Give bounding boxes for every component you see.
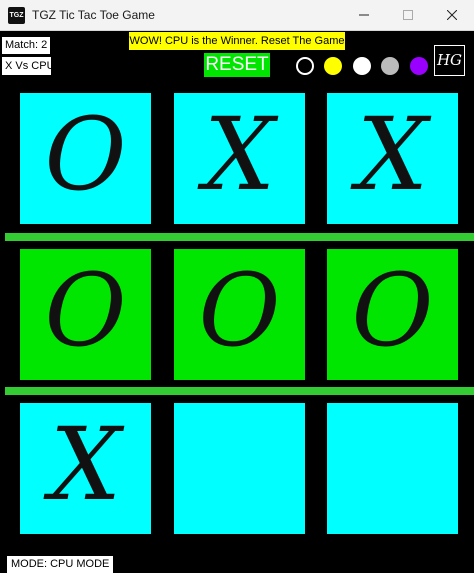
color-swatch-white[interactable] (353, 57, 371, 75)
board-cell-3[interactable]: X (327, 93, 458, 224)
cell-mark: X (203, 96, 276, 213)
board-cell-2[interactable]: X (174, 93, 305, 224)
board-cell-7[interactable]: X (20, 403, 151, 534)
board-cell-1[interactable]: O (20, 93, 151, 224)
color-swatch-gray[interactable] (381, 57, 399, 75)
cell-mark (174, 403, 305, 534)
color-swatch-black[interactable] (296, 57, 314, 75)
board-cell-9[interactable] (327, 403, 458, 534)
cell-mark: X (356, 96, 429, 213)
minimize-icon (359, 14, 369, 16)
mode-label: MODE: CPU MODE (7, 556, 114, 573)
cell-mark: O (44, 252, 127, 369)
match-counter: Match: 2 (2, 37, 50, 54)
row-divider (5, 387, 474, 395)
row-divider (5, 233, 474, 241)
close-button[interactable] (430, 0, 474, 30)
hg-logo: HG (434, 45, 465, 76)
cell-mark: O (198, 252, 281, 369)
cell-mark: O (351, 252, 434, 369)
board-cell-4[interactable]: O (20, 249, 151, 380)
board-cell-6[interactable]: O (327, 249, 458, 380)
maximize-icon (403, 10, 413, 20)
color-swatch-purple[interactable] (410, 57, 428, 75)
window-title: TGZ Tic Tac Toe Game (32, 8, 155, 22)
maximize-button[interactable] (386, 0, 430, 30)
board-cell-5[interactable]: O (174, 249, 305, 380)
players-label: X Vs CPU (2, 57, 55, 75)
cell-mark: X (49, 406, 122, 523)
game-window: TGZ TGZ Tic Tac Toe Game Match: 2 X Vs C… (0, 0, 474, 573)
reset-button[interactable]: RESET (204, 53, 270, 77)
board-cell-8[interactable] (174, 403, 305, 534)
cell-mark (327, 403, 458, 534)
app-icon: TGZ (8, 7, 25, 24)
cell-mark: O (44, 96, 127, 213)
status-message: WOW! CPU is the Winner. Reset The Game (129, 32, 345, 50)
title-bar: TGZ TGZ Tic Tac Toe Game (0, 0, 474, 31)
minimize-button[interactable] (342, 0, 386, 30)
color-swatch-yellow[interactable] (324, 57, 342, 75)
close-icon (447, 10, 457, 20)
